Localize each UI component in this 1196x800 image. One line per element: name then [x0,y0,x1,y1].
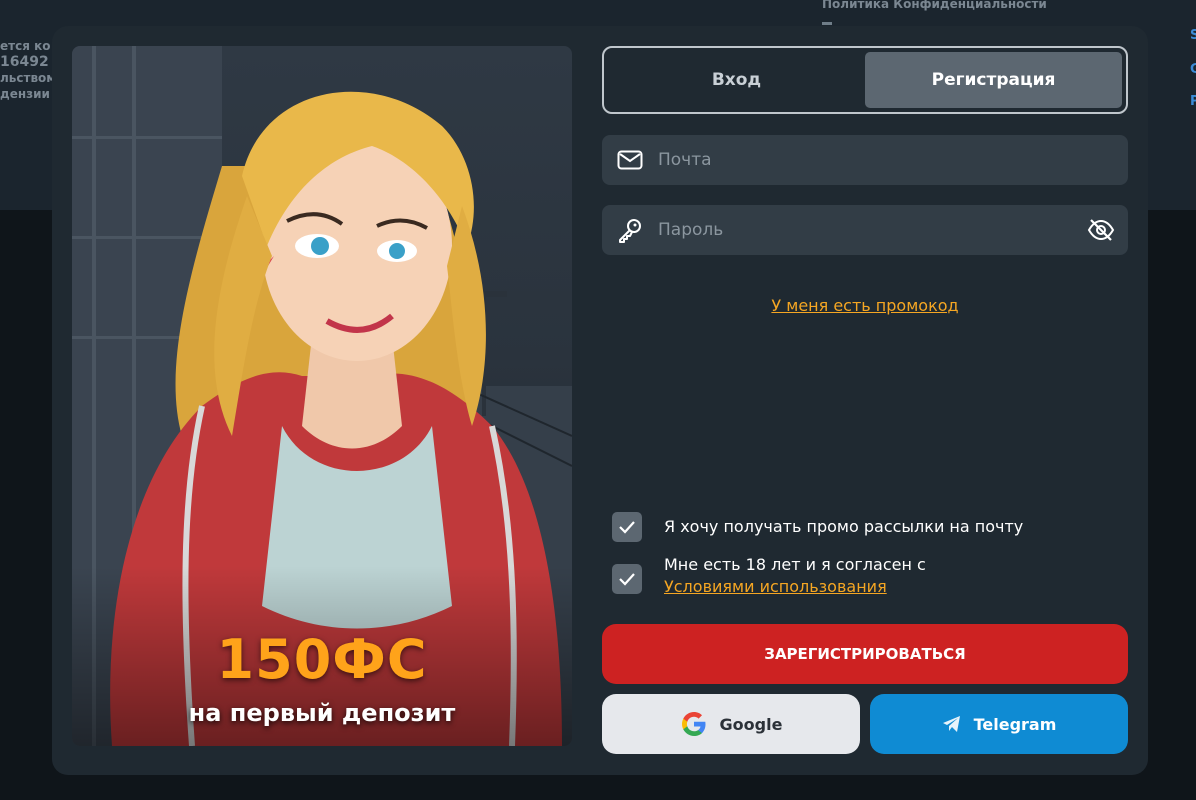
google-login-button[interactable]: Google [602,694,860,754]
newsletter-checkbox[interactable] [612,512,642,542]
key-icon [602,205,658,255]
background-right-char: P [1190,94,1196,109]
background-line: ется ко [0,39,51,53]
background-right-char: G [1190,62,1196,77]
auth-tabs: Вход Регистрация [602,46,1128,114]
newsletter-checkbox-row: Я хочу получать промо рассылки на почту [612,512,1023,542]
terms-label-text: Мне есть 18 лет и я согласен с [664,555,926,574]
password-input[interactable] [658,205,1074,255]
terms-label: Мне есть 18 лет и я согласен с Условиями… [664,554,926,598]
telegram-icon [942,715,962,733]
registration-modal: 150ФС на первый депозит Вход Регистрация [52,26,1148,775]
background-line: 16492 [0,54,49,70]
terms-checkbox[interactable] [612,564,642,594]
envelope-icon [602,135,658,185]
background-left-text: ется ко 16492 льством дензии [0,38,52,102]
promo-subtitle: на первый депозит [188,699,456,727]
background-line: дензии [0,87,50,101]
auth-form: Вход Регистрация Почта У меня есть промо… [602,46,1128,754]
email-input[interactable] [658,135,1128,185]
eye-off-icon[interactable] [1074,205,1128,255]
background-line: льством [0,71,52,85]
telegram-login-button[interactable]: Telegram [870,694,1128,754]
promo-banner: 150ФС на первый депозит [72,46,572,746]
password-field-container [602,205,1128,255]
checkmark-icon [619,573,635,586]
promo-amount: 150ФС [216,628,428,691]
promo-code-link[interactable]: У меня есть промокод [602,296,1128,315]
register-button[interactable]: ЗАРЕГИСТРИРОВАТЬСЯ [602,624,1128,684]
tab-register[interactable]: Регистрация [865,52,1122,108]
terms-checkbox-row: Мне есть 18 лет и я согласен с Условиями… [612,554,926,598]
telegram-button-label: Telegram [973,714,1057,734]
checkmark-icon [619,521,635,534]
google-icon [680,710,708,738]
google-button-label: Google [719,714,783,734]
background-divider [822,22,832,25]
email-field-container [602,135,1128,185]
terms-link[interactable]: Условиями использования [664,577,887,596]
privacy-policy-link[interactable]: Политика Конфиденциальности [822,0,1047,12]
newsletter-label: Я хочу получать промо рассылки на почту [664,517,1024,536]
tab-login[interactable]: Вход [608,52,865,108]
background-right-char: S [1190,28,1196,43]
